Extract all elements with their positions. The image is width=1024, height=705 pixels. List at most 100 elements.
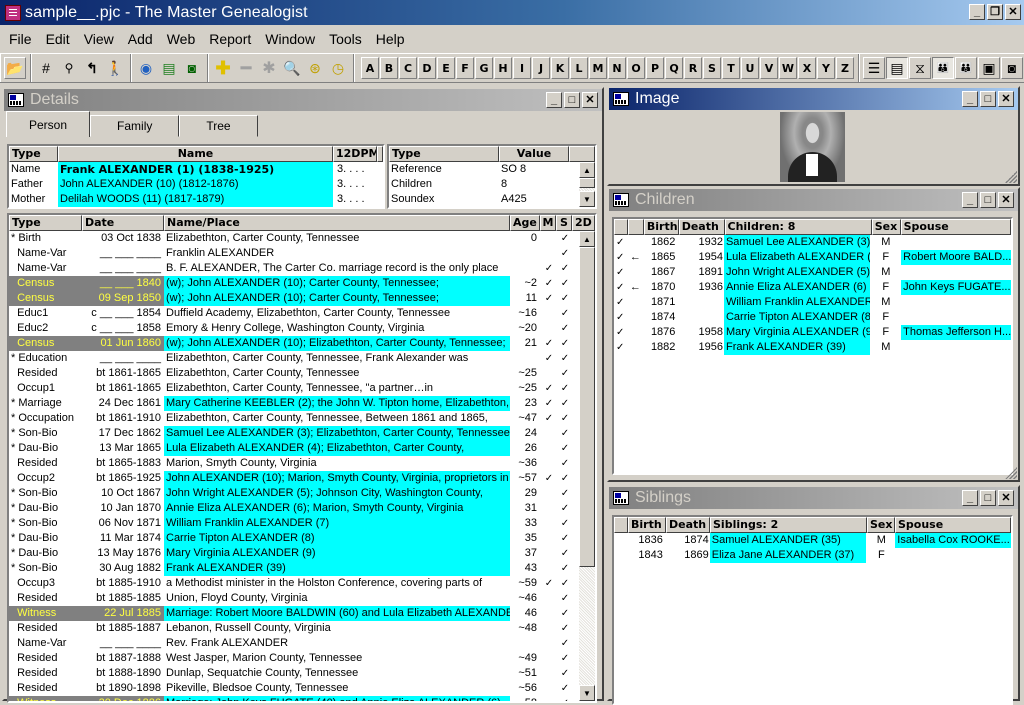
col-spouse[interactable]: Spouse — [895, 517, 1011, 533]
col-name-place[interactable]: Name/Place — [164, 215, 510, 231]
menu-report[interactable]: Report — [202, 31, 258, 47]
letter-c-button[interactable]: C — [399, 57, 417, 79]
event-row[interactable]: * Birth 03 Oct 1838 Elizabethton, Carter C… — [9, 231, 595, 246]
child-row[interactable]: ✓ ← 1865 1954 Lula Elizabeth ALEXANDER (4) F R… — [614, 250, 1011, 265]
open-folder-icon[interactable]: 📂 — [4, 57, 26, 79]
letter-r-button[interactable]: R — [684, 57, 702, 79]
children-close-button[interactable]: ✕ — [998, 192, 1014, 208]
event-row[interactable]: * Dau-Bio 13 Mar 1865 Lula Elizabeth ALEXA… — [9, 441, 595, 456]
letter-n-button[interactable]: N — [608, 57, 626, 79]
event-row[interactable]: Resided bt 1888-1890 Dunlap, Sequatchie Co… — [9, 666, 595, 681]
event-row[interactable]: Census 09 Sep 1850 (w); John ALEXANDER (10… — [9, 291, 595, 306]
image-minimize-button[interactable]: _ — [962, 91, 978, 107]
event-row[interactable]: Occup3 bt 1885-1910 a Methodist minister i… — [9, 576, 595, 591]
letter-q-button[interactable]: Q — [665, 57, 683, 79]
letter-i-button[interactable]: I — [513, 57, 531, 79]
menu-window[interactable]: Window — [258, 31, 322, 47]
image-maximize-button[interactable]: □ — [980, 91, 996, 107]
letter-p-button[interactable]: P — [646, 57, 664, 79]
events-scrollbar[interactable]: ▲ ▼ — [579, 231, 595, 701]
flags-row[interactable]: Reference SO 8 — [389, 162, 595, 177]
col-12dpm[interactable]: 12DPM — [333, 146, 377, 162]
col-2d[interactable]: 2D — [572, 215, 595, 231]
names-row[interactable]: Father John ALEXANDER (10) (1812-1876) 3… — [9, 177, 383, 192]
names-row[interactable]: Mother Delilah WOODS (11) (1817-1879) 3.… — [9, 192, 383, 207]
minimize-button[interactable]: _ — [969, 4, 985, 20]
event-row[interactable]: Educ2 c __ ___ 1858 Emory & Henry College,… — [9, 321, 595, 336]
col-birth[interactable]: Birth — [628, 517, 666, 533]
col-s[interactable]: S — [556, 215, 572, 231]
sibling-row[interactable]: 1843 1869 Eliza Jane ALEXANDER (37) F — [614, 548, 1011, 563]
camera-icon[interactable]: ◙ — [181, 57, 203, 79]
letter-y-button[interactable]: Y — [817, 57, 835, 79]
event-row[interactable]: * Education __ ___ ____ Elizabethton, Cart… — [9, 351, 595, 366]
event-row[interactable]: Name-Var __ ___ ____ Rev. Frank ALEXANDER ✓ — [9, 636, 595, 651]
letter-j-button[interactable]: J — [532, 57, 550, 79]
letter-h-button[interactable]: H — [494, 57, 512, 79]
menu-web[interactable]: Web — [160, 31, 203, 47]
event-row[interactable]: Occup1 bt 1861-1865 Elizabethton, Carter C… — [9, 381, 595, 396]
event-row[interactable]: * Dau-Bio 10 Jan 1870 Annie Eliza ALEXANDE… — [9, 501, 595, 516]
col-type[interactable]: Type — [9, 215, 82, 231]
scroll-up-button[interactable]: ▲ — [579, 231, 595, 247]
scroll-down-button[interactable]: ▼ — [579, 191, 595, 207]
child-row[interactable]: ✓ 1867 1891 John Wright ALEXANDER (5) M — [614, 265, 1011, 280]
flags-row[interactable]: Children 8 — [389, 177, 595, 192]
clock-icon[interactable]: ◷ — [327, 57, 349, 79]
letter-b-button[interactable]: B — [380, 57, 398, 79]
event-row[interactable]: Educ1 c __ ___ 1854 Duffield Academy, Eliz… — [9, 306, 595, 321]
event-row[interactable]: Witness 20 Dec 1886 Marriage: John Keys FU… — [9, 696, 595, 701]
remove-minus-icon[interactable]: ━ — [235, 57, 257, 79]
col-marker[interactable] — [614, 517, 628, 533]
names-row[interactable]: Name Frank ALEXANDER (1) (1838-1925) 3. … — [9, 162, 383, 177]
col-check[interactable] — [614, 219, 628, 235]
col-spouse[interactable]: Spouse — [900, 219, 1011, 235]
col-death[interactable]: Death — [666, 517, 710, 533]
event-row[interactable]: * Dau-Bio 13 May 1876 Mary Virginia ALEXAN… — [9, 546, 595, 561]
menu-file[interactable]: File — [2, 31, 39, 47]
hourglass-view-icon[interactable]: ⧖ — [909, 57, 931, 79]
col-sex[interactable]: Sex — [867, 517, 895, 533]
details-minimize-button[interactable]: _ — [546, 92, 562, 108]
event-row[interactable]: Witness 22 Jul 1885 Marriage: Robert Moore… — [9, 606, 595, 621]
col-type[interactable]: Type — [9, 146, 58, 162]
person-box-icon[interactable]: ▣ — [978, 57, 1000, 79]
notepad-icon[interactable]: ▤ — [158, 57, 180, 79]
flags-row[interactable]: Soundex A425 — [389, 192, 595, 207]
col-value[interactable]: Value — [499, 146, 569, 162]
event-row[interactable]: Name-Var __ ___ ____ B. F. ALEXANDER, The … — [9, 261, 595, 276]
magnifier-icon[interactable]: 🔍 — [281, 57, 303, 79]
letter-k-button[interactable]: K — [551, 57, 569, 79]
letter-s-button[interactable]: S — [703, 57, 721, 79]
event-row[interactable]: Resided bt 1890-1898 Pikeville, Bledsoe Co… — [9, 681, 595, 696]
event-row[interactable]: Census __ ___ 1840 (w); John ALEXANDER (10… — [9, 276, 595, 291]
binoculars-icon[interactable]: ⚲ — [58, 57, 80, 79]
letter-m-button[interactable]: M — [589, 57, 607, 79]
child-row[interactable]: ✓ 1874 Carrie Tipton ALEXANDER (8) F — [614, 310, 1011, 325]
tab-tree[interactable]: Tree — [179, 115, 258, 137]
col-arrow[interactable] — [627, 219, 644, 235]
letter-f-button[interactable]: F — [456, 57, 474, 79]
event-row[interactable]: * Marriage 24 Dec 1861 Mary Catherine KEEB… — [9, 396, 595, 411]
letter-x-button[interactable]: X — [798, 57, 816, 79]
person-add-icon[interactable]: 🚶 — [104, 57, 126, 79]
letter-l-button[interactable]: L — [570, 57, 588, 79]
scroll-thumb[interactable] — [579, 247, 595, 567]
child-row[interactable]: ✓ 1871 William Franklin ALEXANDER... M — [614, 295, 1011, 310]
letter-e-button[interactable]: E — [437, 57, 455, 79]
children-minimize-button[interactable]: _ — [962, 192, 978, 208]
sibling-row[interactable]: 1836 1874 Samuel ALEXANDER (35) M Isabella C… — [614, 533, 1011, 548]
siblings-maximize-button[interactable]: □ — [980, 490, 996, 506]
event-row[interactable]: Resided bt 1861-1865 Elizabethton, Carter … — [9, 366, 595, 381]
event-row[interactable]: Resided bt 1865-1883 Marion, Smyth County,… — [9, 456, 595, 471]
letter-o-button[interactable]: O — [627, 57, 645, 79]
flags-scrollbar[interactable]: ▲ ▼ — [579, 162, 595, 207]
tab-family[interactable]: Family — [90, 115, 180, 137]
letter-v-button[interactable]: V — [760, 57, 778, 79]
letter-d-button[interactable]: D — [418, 57, 436, 79]
child-row[interactable]: ✓ 1876 1958 Mary Virginia ALEXANDER (9) F Tho… — [614, 325, 1011, 340]
event-row[interactable]: * Son-Bio 17 Dec 1862 Samuel Lee ALEXANDER… — [9, 426, 595, 441]
event-row[interactable]: * Son-Bio 10 Oct 1867 John Wright ALEXANDE… — [9, 486, 595, 501]
event-row[interactable]: Resided bt 1885-1887 Lebanon, Russell Coun… — [9, 621, 595, 636]
col-m[interactable]: M — [540, 215, 556, 231]
